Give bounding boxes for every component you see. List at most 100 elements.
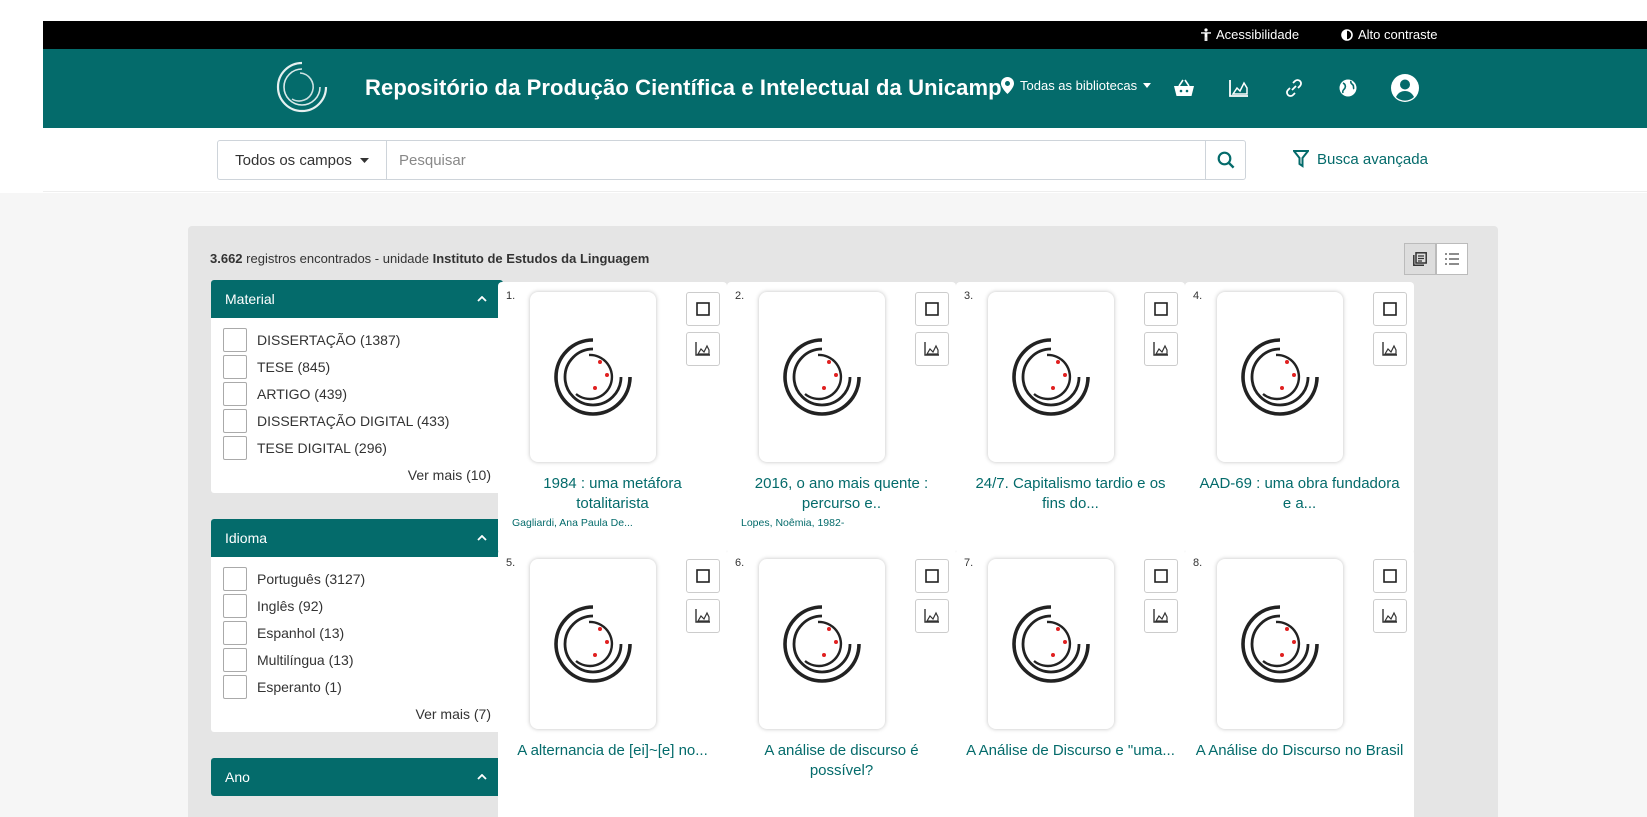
language-button[interactable] (1335, 75, 1361, 101)
select-result-button[interactable] (1373, 292, 1407, 326)
facet-option-label: DISSERTAÇÃO (1387) (257, 331, 401, 348)
statistics-button[interactable] (1226, 75, 1252, 101)
facet-material-more-link[interactable]: Ver mais (10) (223, 467, 491, 483)
result-title[interactable]: 2016, o ano mais quente : percurso e.. (737, 474, 946, 514)
result-number: 8. (1193, 557, 1203, 569)
result-card[interactable]: 2. 2016, o ano mais quente : percurso e.… (727, 282, 956, 554)
result-thumbnail[interactable] (1217, 559, 1343, 729)
result-author[interactable]: Gagliardi, Ana Paula De... (512, 517, 633, 529)
select-result-button[interactable] (686, 292, 720, 326)
result-thumbnail[interactable] (530, 559, 656, 729)
result-card[interactable]: 5. A alternancia de [ei]~[e] no... (498, 549, 727, 817)
result-card[interactable]: 1. 1984 : uma metáfora totalitarista Gag… (498, 282, 727, 554)
facet-option-label: ARTIGO (439) (257, 385, 347, 402)
select-result-button[interactable] (686, 559, 720, 593)
result-title[interactable]: A alternancia de [ei]~[e] no... (508, 741, 717, 761)
site-title[interactable]: Repositório da Produção Científica e Int… (365, 75, 1002, 101)
accessibility-label: Acessibilidade (1216, 27, 1300, 42)
unicamp-logo[interactable] (272, 57, 332, 117)
result-card[interactable]: 8. A Análise do Discurso no Brasil (1185, 549, 1414, 817)
facet-option[interactable]: Português (3127) (223, 565, 491, 592)
result-statistics-button[interactable] (686, 332, 720, 366)
result-thumbnail[interactable] (759, 292, 885, 462)
accessibility-bar: Acessibilidade Alto contraste (43, 21, 1647, 49)
search-button[interactable] (1205, 141, 1245, 179)
checkbox[interactable] (223, 647, 247, 672)
result-number: 7. (964, 557, 974, 569)
result-statistics-button[interactable] (1373, 332, 1407, 366)
facet-idioma-header[interactable]: Idioma (211, 519, 503, 557)
facet-option[interactable]: Espanhol (13) (223, 619, 491, 646)
result-statistics-button[interactable] (1373, 599, 1407, 633)
facet-option-label: Espanhol (13) (257, 624, 345, 641)
search-field-select[interactable]: Todos os campos (218, 141, 387, 179)
unicamp-logo-icon (783, 605, 861, 683)
result-author[interactable]: Lopes, Noêmia, 1982- (741, 517, 844, 529)
facet-option[interactable]: Esperanto (1) (223, 673, 491, 700)
checkbox[interactable] (223, 381, 247, 406)
result-statistics-button[interactable] (915, 332, 949, 366)
search-input[interactable] (387, 141, 1205, 179)
result-title[interactable]: 24/7. Capitalismo tardio e os fins do... (966, 474, 1175, 514)
map-pin-icon (1001, 77, 1014, 94)
facet-option[interactable]: DISSERTAÇÃO (1387) (223, 326, 491, 353)
result-card[interactable]: 7. A Análise de Discurso e "uma... (956, 549, 1185, 817)
checkbox[interactable] (223, 593, 247, 618)
result-thumbnail[interactable] (530, 292, 656, 462)
checkbox[interactable] (223, 566, 247, 591)
user-account-button[interactable] (1389, 72, 1421, 104)
result-thumbnail[interactable] (759, 559, 885, 729)
grid-view-button[interactable] (1404, 243, 1436, 275)
result-thumbnail[interactable] (988, 559, 1114, 729)
result-number: 4. (1193, 290, 1203, 302)
checkbox[interactable] (223, 435, 247, 460)
checkbox[interactable] (223, 620, 247, 645)
select-result-button[interactable] (1144, 292, 1178, 326)
links-button[interactable] (1281, 75, 1307, 101)
facet-option[interactable]: ARTIGO (439) (223, 380, 491, 407)
select-result-button[interactable] (1373, 559, 1407, 593)
checkbox[interactable] (223, 674, 247, 699)
select-result-button[interactable] (915, 559, 949, 593)
list-view-button[interactable] (1436, 243, 1468, 275)
caret-down-icon (1143, 83, 1152, 88)
checkbox[interactable] (223, 327, 247, 352)
facet-material-header[interactable]: Material (211, 280, 503, 318)
result-statistics-button[interactable] (915, 599, 949, 633)
facet-option[interactable]: Multilíngua (13) (223, 646, 491, 673)
result-card[interactable]: 6. A análise de discurso é possível? (727, 549, 956, 817)
result-statistics-button[interactable] (1144, 599, 1178, 633)
result-thumbnail[interactable] (1217, 292, 1343, 462)
result-title[interactable]: AAD-69 : uma obra fundadora e a... (1195, 474, 1404, 514)
view-toggle (1404, 243, 1468, 275)
result-statistics-button[interactable] (1144, 332, 1178, 366)
result-title[interactable]: A análise de discurso é possível? (737, 741, 946, 781)
advanced-search-link[interactable]: Busca avançada (1293, 150, 1428, 168)
high-contrast-link[interactable]: Alto contraste (1341, 27, 1438, 42)
checkbox-icon (925, 569, 939, 583)
facet-option[interactable]: TESE DIGITAL (296) (223, 434, 491, 461)
checkbox[interactable] (223, 354, 247, 379)
facet-option[interactable]: DISSERTAÇÃO DIGITAL (433) (223, 407, 491, 434)
chevron-up-icon (477, 774, 487, 780)
result-card[interactable]: 4. AAD-69 : uma obra fundadora e a... (1185, 282, 1414, 554)
facet-option[interactable]: TESE (845) (223, 353, 491, 380)
result-number: 3. (964, 290, 974, 302)
accessibility-link[interactable]: Acessibilidade (1201, 27, 1299, 42)
select-result-button[interactable] (1144, 559, 1178, 593)
result-thumbnail[interactable] (988, 292, 1114, 462)
checkbox[interactable] (223, 408, 247, 433)
library-select[interactable]: Todas as bibliotecas (1001, 77, 1152, 94)
facet-option[interactable]: Inglês (92) (223, 592, 491, 619)
basket-button[interactable] (1171, 75, 1197, 101)
facet-option-label: TESE (845) (257, 358, 331, 375)
facet-idioma-more-link[interactable]: Ver mais (7) (223, 706, 491, 722)
search-bar: Todos os campos Busca avançada (43, 128, 1647, 192)
select-result-button[interactable] (915, 292, 949, 326)
result-title[interactable]: 1984 : uma metáfora totalitarista (508, 474, 717, 514)
result-statistics-button[interactable] (686, 599, 720, 633)
result-title[interactable]: A Análise de Discurso e "uma... (966, 741, 1175, 761)
result-card[interactable]: 3. 24/7. Capitalismo tardio e os fins do… (956, 282, 1185, 554)
facet-ano-header[interactable]: Ano (211, 758, 503, 796)
result-title[interactable]: A Análise do Discurso no Brasil (1195, 741, 1404, 761)
